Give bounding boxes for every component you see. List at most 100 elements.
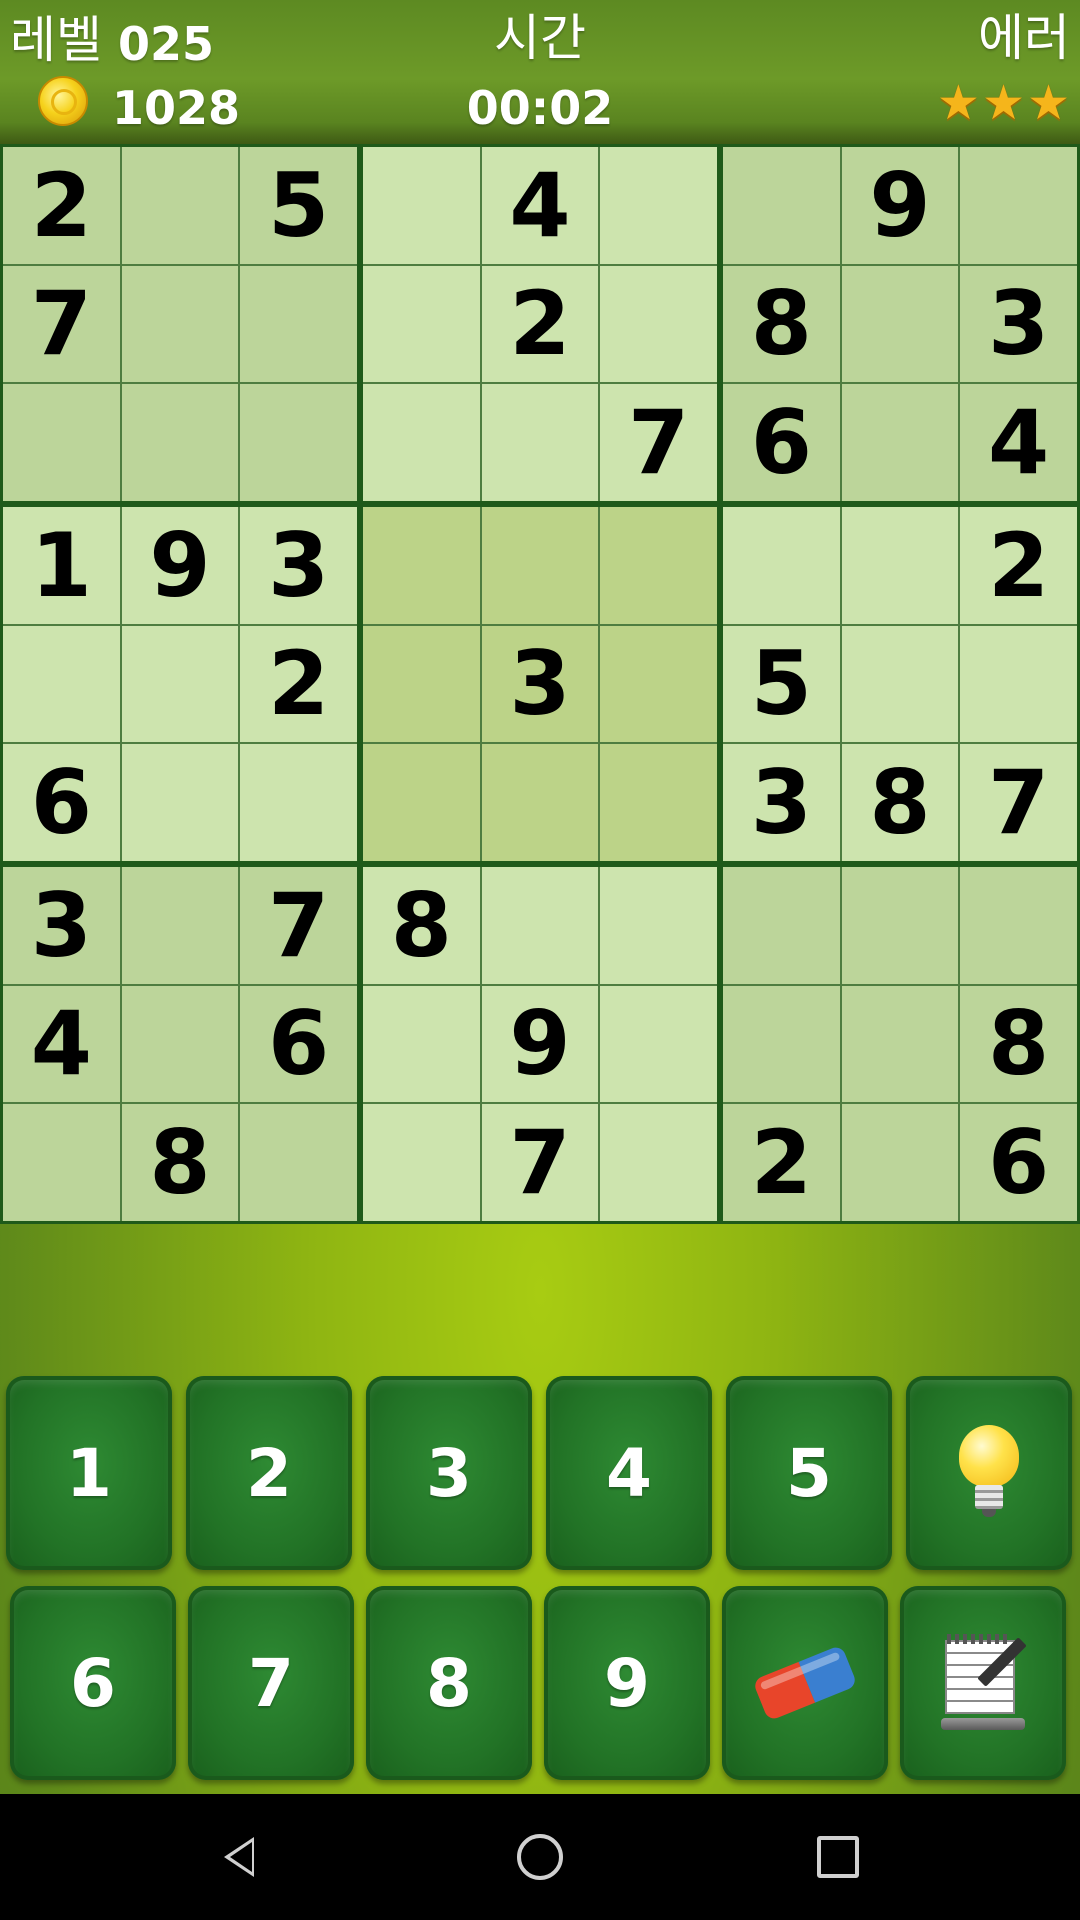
sudoku-cell[interactable]: 6 bbox=[3, 744, 120, 861]
key-6[interactable]: 6 bbox=[10, 1586, 176, 1780]
sudoku-cell[interactable] bbox=[363, 147, 480, 264]
sudoku-cell[interactable]: 8 bbox=[841, 744, 959, 861]
sudoku-cell[interactable]: 3 bbox=[3, 867, 120, 984]
sudoku-cell[interactable] bbox=[3, 384, 120, 501]
sudoku-cell[interactable]: 1 bbox=[3, 507, 120, 624]
sudoku-cell[interactable] bbox=[841, 1104, 959, 1221]
sudoku-cell[interactable] bbox=[723, 985, 840, 1103]
sudoku-cell[interactable] bbox=[841, 625, 959, 743]
sudoku-cell[interactable]: 8 bbox=[121, 1104, 239, 1221]
sudoku-cell[interactable]: 8 bbox=[363, 867, 480, 984]
sudoku-cell[interactable] bbox=[363, 265, 480, 383]
key-5[interactable]: 5 bbox=[726, 1376, 892, 1570]
sudoku-cell[interactable]: 5 bbox=[240, 147, 357, 264]
sudoku-cell[interactable] bbox=[481, 867, 599, 984]
sudoku-cell[interactable] bbox=[481, 384, 599, 501]
sudoku-cell[interactable]: 3 bbox=[481, 625, 599, 743]
key-9[interactable]: 9 bbox=[544, 1586, 710, 1780]
sudoku-cell[interactable] bbox=[121, 384, 239, 501]
sudoku-cell[interactable] bbox=[600, 625, 717, 743]
sudoku-cell[interactable]: 7 bbox=[960, 744, 1077, 861]
sudoku-cell[interactable]: 7 bbox=[600, 384, 717, 501]
sudoku-cell[interactable] bbox=[3, 1104, 120, 1221]
sudoku-cell[interactable] bbox=[600, 867, 717, 984]
sudoku-cell[interactable] bbox=[600, 744, 717, 861]
sudoku-cell[interactable]: 4 bbox=[481, 147, 599, 264]
sudoku-cell[interactable] bbox=[960, 867, 1077, 984]
key-3[interactable]: 3 bbox=[366, 1376, 532, 1570]
sudoku-cell[interactable] bbox=[240, 265, 357, 383]
sudoku-cell[interactable]: 9 bbox=[841, 147, 959, 264]
sudoku-board: 257427983641932632538737468897826 bbox=[0, 144, 1080, 1224]
sudoku-cell[interactable]: 2 bbox=[240, 625, 357, 743]
sudoku-cell[interactable]: 7 bbox=[240, 867, 357, 984]
sudoku-cell[interactable] bbox=[600, 507, 717, 624]
key-2[interactable]: 2 bbox=[186, 1376, 352, 1570]
sudoku-cell[interactable]: 2 bbox=[960, 507, 1077, 624]
sudoku-cell[interactable] bbox=[363, 744, 480, 861]
sudoku-cell[interactable] bbox=[240, 384, 357, 501]
sudoku-cell[interactable]: 7 bbox=[481, 1104, 599, 1221]
sudoku-cell[interactable]: 6 bbox=[723, 384, 840, 501]
sudoku-cell[interactable] bbox=[481, 744, 599, 861]
sudoku-cell[interactable]: 4 bbox=[3, 985, 120, 1103]
sudoku-cell[interactable] bbox=[723, 867, 840, 984]
sudoku-cell[interactable]: 4 bbox=[960, 384, 1077, 501]
sudoku-cell[interactable]: 8 bbox=[723, 265, 840, 383]
sudoku-cell[interactable] bbox=[121, 265, 239, 383]
sudoku-cell[interactable]: 5 bbox=[723, 625, 840, 743]
sudoku-cell[interactable]: 3 bbox=[240, 507, 357, 624]
sudoku-cell[interactable]: 9 bbox=[121, 507, 239, 624]
sudoku-cell[interactable] bbox=[960, 147, 1077, 264]
notes-button[interactable] bbox=[900, 1586, 1066, 1780]
sudoku-cell[interactable] bbox=[363, 384, 480, 501]
sudoku-cell[interactable] bbox=[121, 625, 239, 743]
sudoku-cell[interactable]: 6 bbox=[240, 985, 357, 1103]
sudoku-cell[interactable] bbox=[363, 507, 480, 624]
key-4[interactable]: 4 bbox=[546, 1376, 712, 1570]
sudoku-cell[interactable] bbox=[600, 1104, 717, 1221]
sudoku-cell[interactable] bbox=[240, 744, 357, 861]
star-icon: ★ bbox=[936, 75, 980, 131]
sudoku-cell[interactable] bbox=[600, 985, 717, 1103]
sudoku-cell[interactable] bbox=[841, 265, 959, 383]
key-7[interactable]: 7 bbox=[188, 1586, 354, 1780]
sudoku-cell[interactable]: 9 bbox=[481, 985, 599, 1103]
sudoku-cell[interactable] bbox=[121, 985, 239, 1103]
sudoku-cell[interactable]: 3 bbox=[960, 265, 1077, 383]
sudoku-cell[interactable] bbox=[363, 1104, 480, 1221]
sudoku-cell[interactable] bbox=[600, 147, 717, 264]
sudoku-cell[interactable]: 6 bbox=[960, 1104, 1077, 1221]
sudoku-cell[interactable]: 3 bbox=[723, 744, 840, 861]
sudoku-cell[interactable] bbox=[960, 625, 1077, 743]
sudoku-cell[interactable] bbox=[600, 265, 717, 383]
sudoku-cell[interactable]: 2 bbox=[3, 147, 120, 264]
sudoku-cell[interactable] bbox=[723, 507, 840, 624]
sudoku-cell[interactable] bbox=[363, 985, 480, 1103]
game-screen: 레벨 025 시간 00:02 에러 1028 ★ ★ ★ 2574279836… bbox=[0, 0, 1080, 1794]
sudoku-cell[interactable] bbox=[723, 147, 840, 264]
sudoku-cell[interactable] bbox=[481, 507, 599, 624]
hint-button[interactable] bbox=[906, 1376, 1072, 1570]
sudoku-cell[interactable] bbox=[841, 985, 959, 1103]
sudoku-cell[interactable] bbox=[240, 1104, 357, 1221]
sudoku-cell[interactable] bbox=[841, 384, 959, 501]
recents-square-icon[interactable] bbox=[812, 1831, 864, 1883]
sudoku-cell[interactable] bbox=[841, 507, 959, 624]
sudoku-cell[interactable]: 2 bbox=[723, 1104, 840, 1221]
time-label: 시간 bbox=[494, 9, 586, 67]
sudoku-cell[interactable]: 8 bbox=[960, 985, 1077, 1103]
back-triangle-icon[interactable] bbox=[214, 1831, 266, 1883]
sudoku-cell[interactable] bbox=[121, 867, 239, 984]
sudoku-cell[interactable] bbox=[841, 867, 959, 984]
sudoku-cell[interactable] bbox=[121, 744, 239, 861]
key-8[interactable]: 8 bbox=[366, 1586, 532, 1780]
home-circle-icon[interactable] bbox=[514, 1831, 566, 1883]
sudoku-cell[interactable]: 2 bbox=[481, 265, 599, 383]
sudoku-cell[interactable] bbox=[3, 625, 120, 743]
erase-button[interactable] bbox=[722, 1586, 888, 1780]
sudoku-cell[interactable] bbox=[121, 147, 239, 264]
sudoku-cell[interactable] bbox=[363, 625, 480, 743]
key-1[interactable]: 1 bbox=[6, 1376, 172, 1570]
sudoku-cell[interactable]: 7 bbox=[3, 265, 120, 383]
